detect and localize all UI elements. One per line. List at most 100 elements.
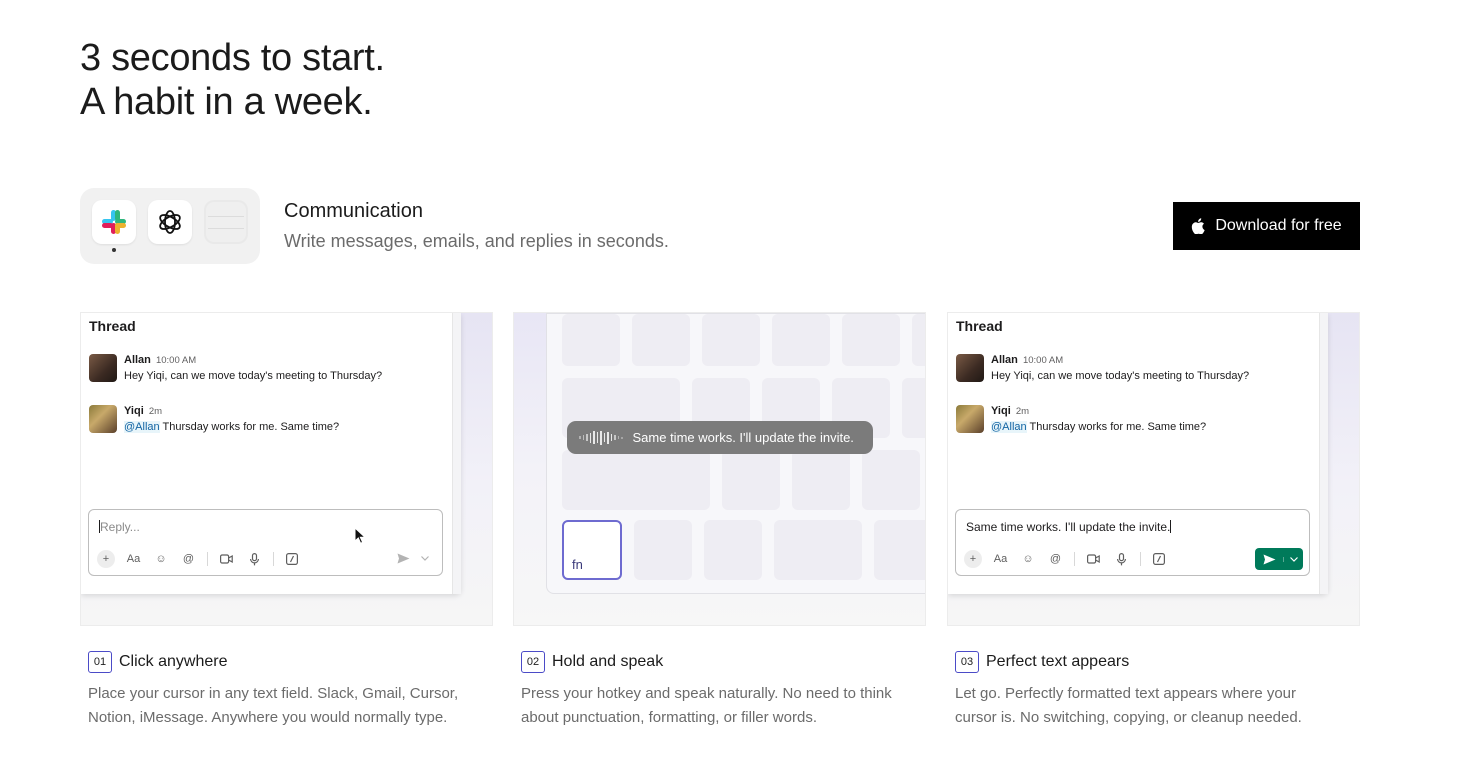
send-button[interactable] (1255, 548, 1303, 570)
fn-key[interactable]: fn (562, 520, 622, 580)
message-time: 2m (148, 406, 163, 417)
reply-input[interactable]: Reply... + Aa ☺ @ (88, 509, 443, 576)
format-icon[interactable]: Aa (992, 550, 1010, 568)
reply-text: Same time works. I'll update the invite. (966, 520, 1172, 534)
keyboard-key (912, 314, 925, 366)
mention-icon[interactable]: @ (180, 550, 198, 568)
message-time: 10:00 AM (1022, 355, 1064, 366)
transcription-pill: Same time works. I'll update the invite. (567, 421, 873, 454)
message-author: Yiqi (991, 405, 1011, 417)
keyboard-key (774, 520, 862, 580)
step-number: 01 (88, 651, 112, 673)
slash-command-icon[interactable] (283, 550, 301, 568)
chatgpt-icon[interactable] (148, 200, 192, 244)
demo-panel-click: Thread Allan 10:00 AM Hey Yiqi, can we m… (80, 312, 493, 626)
microphone-icon[interactable] (1112, 550, 1130, 568)
demo-panel-result: Thread Allan 10:00 AM Hey Yiqi, can we m… (947, 312, 1360, 626)
waveform-icon (579, 430, 623, 445)
message-author: Yiqi (124, 405, 144, 417)
emoji-icon[interactable]: ☺ (1019, 550, 1037, 568)
reply-placeholder: Reply... (99, 520, 140, 534)
thread-window: Thread Allan 10:00 AM Hey Yiqi, can we m… (81, 313, 461, 594)
app-switcher (80, 188, 260, 264)
headline: 3 seconds to start. A habit in a week. (80, 36, 385, 124)
message-header: Allan 10:00 AM (124, 354, 196, 366)
step-description: Press your hotkey and speak naturally. N… (521, 685, 892, 726)
send-icon[interactable] (392, 548, 414, 568)
message-author: Allan (124, 354, 151, 366)
keyboard-key (632, 314, 690, 366)
chevron-down-icon[interactable] (414, 548, 436, 568)
avatar (89, 354, 117, 382)
keyboard-key (862, 450, 920, 510)
video-icon[interactable] (1085, 550, 1103, 568)
thread-title: Thread (89, 318, 136, 334)
keyboard-key (842, 314, 900, 366)
reply-typed-text: Same time works. I'll update the invite. (966, 520, 1171, 534)
mention-icon[interactable]: @ (1047, 550, 1065, 568)
message-body: Thursday works for me. Same time? (159, 421, 340, 433)
keyboard-key (704, 520, 762, 580)
toolbar-divider (1074, 552, 1075, 566)
download-button[interactable]: Download for free (1173, 202, 1360, 250)
step-hold-and-speak: 02 Hold and speak Press your hotkey and s… (521, 651, 934, 730)
step-number: 03 (955, 651, 979, 673)
emoji-icon[interactable]: ☺ (152, 550, 170, 568)
toolbar-divider (272, 552, 274, 566)
slack-icon[interactable] (92, 200, 136, 244)
toolbar-divider (207, 552, 208, 566)
message-text: Hey Yiqi, can we move today's meeting to… (991, 370, 1250, 382)
send-controls (1255, 548, 1303, 570)
keyboard-key (634, 520, 692, 580)
message-text: @Allan Thursday works for me. Same time? (124, 421, 339, 433)
keyboard-key (702, 314, 760, 366)
step-perfect-text: 03 Perfect text appears Let go. Perfectly… (955, 651, 1368, 730)
toolbar-divider (1139, 552, 1141, 566)
avatar (956, 405, 984, 433)
message: Allan 10:00 AM Hey Yiqi, can we move tod… (956, 353, 1296, 393)
reply-input[interactable]: Same time works. I'll update the invite.… (955, 509, 1310, 576)
keyboard-key (792, 450, 850, 510)
keyboard-key (562, 450, 710, 510)
message-text: Hey Yiqi, can we move today's meeting to… (124, 370, 383, 382)
fn-key-label: fn (572, 557, 583, 572)
transcription-text: Same time works. I'll update the invite. (632, 430, 854, 445)
message: Yiqi 2m @Allan Thursday works for me. Sa… (89, 404, 429, 444)
plus-icon[interactable]: + (964, 550, 982, 568)
category-title: Communication (284, 200, 423, 222)
keyboard-key (772, 314, 830, 366)
message-time: 10:00 AM (155, 355, 197, 366)
message-text: @Allan Thursday works for me. Same time? (991, 421, 1206, 433)
message: Yiqi 2m @Allan Thursday works for me. Sa… (956, 404, 1296, 444)
thread-title: Thread (956, 318, 1003, 334)
mention[interactable]: @Allan (124, 421, 160, 433)
video-icon[interactable] (218, 550, 236, 568)
notes-icon-lines (206, 202, 246, 242)
demo-panel-speak: fn Same time works. I'll update the invi… (513, 312, 926, 626)
avatar (89, 405, 117, 433)
message-author: Allan (991, 354, 1018, 366)
mention[interactable]: @Allan (991, 421, 1027, 433)
keyboard-key (722, 450, 780, 510)
microphone-icon[interactable] (245, 550, 263, 568)
composer-toolbar: + Aa ☺ @ (964, 550, 1178, 568)
chevron-down-icon[interactable] (1283, 556, 1303, 562)
message-header: Yiqi 2m (991, 405, 1029, 417)
plus-icon[interactable]: + (97, 550, 115, 568)
format-icon[interactable]: Aa (125, 550, 143, 568)
slash-command-icon[interactable] (1150, 550, 1168, 568)
notes-icon[interactable] (204, 200, 248, 244)
step-number: 02 (521, 651, 545, 673)
step-description: Place your cursor in any text field. Sla… (88, 685, 459, 726)
send-icon (1255, 554, 1283, 565)
step-title: Click anywhere (119, 653, 228, 670)
message-time: 2m (1015, 406, 1030, 417)
send-controls (392, 548, 436, 568)
message-header: Yiqi 2m (124, 405, 162, 417)
headline-line-1: 3 seconds to start. (80, 37, 385, 79)
reply-placeholder-text: Reply... (100, 520, 140, 534)
category-subtitle: Write messages, emails, and replies in s… (284, 231, 669, 251)
composer-toolbar: + Aa ☺ @ (97, 550, 311, 568)
message-body: Thursday works for me. Same time? (1026, 421, 1207, 433)
mouse-cursor-icon (354, 527, 367, 544)
